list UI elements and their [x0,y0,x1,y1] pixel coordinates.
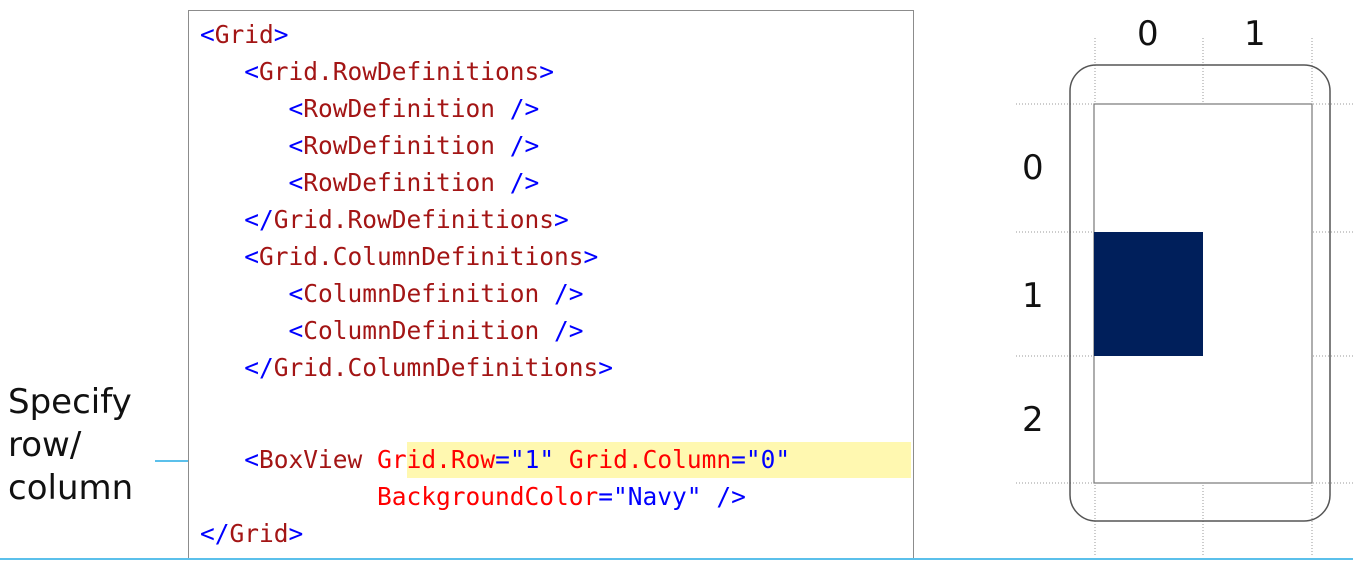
grid-preview [1016,38,1353,556]
navy-boxview [1094,232,1203,356]
bottom-rule [0,558,1353,560]
row-label-1: 1 [1022,276,1044,316]
row-label-0: 0 [1022,148,1044,188]
column-label-0: 0 [1137,14,1159,54]
column-label-1: 1 [1244,14,1266,54]
row-label-2: 2 [1022,400,1044,440]
